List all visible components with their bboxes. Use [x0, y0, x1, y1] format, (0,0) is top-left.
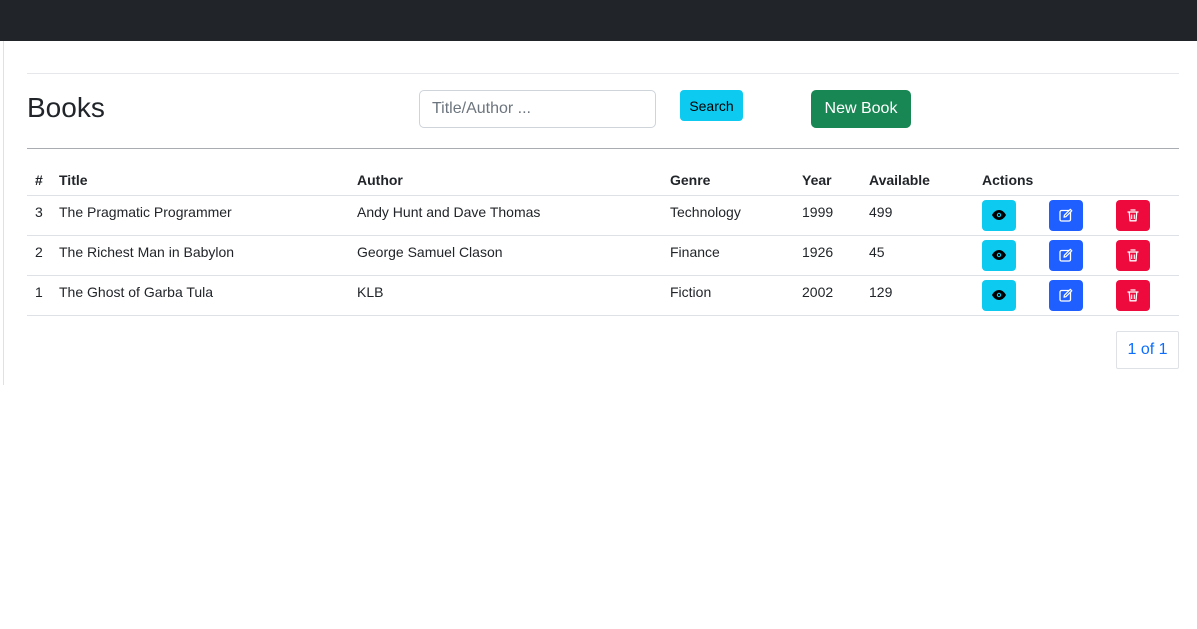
column-header-author: Author — [349, 165, 662, 196]
edit-button[interactable] — [1049, 279, 1083, 311]
eye-icon — [992, 290, 1006, 300]
table-row: 3 The Pragmatic Programmer Andy Hunt and… — [27, 195, 1179, 236]
cell-title: The Richest Man in Babylon — [51, 235, 349, 276]
cell-number: 1 — [27, 275, 51, 316]
cell-author: Andy Hunt and Dave Thomas — [349, 195, 662, 236]
delete-button[interactable] — [1116, 239, 1150, 271]
cell-number: 2 — [27, 235, 51, 276]
cell-author: George Samuel Clason — [349, 235, 662, 276]
cell-available: 129 — [861, 275, 974, 316]
column-header-genre: Genre — [662, 165, 794, 196]
view-button[interactable] — [982, 279, 1016, 311]
table-header-row: # Title Author Genre Year Available Acti… — [27, 165, 1179, 196]
edit-button[interactable] — [1049, 239, 1083, 271]
column-header-actions: Actions — [974, 165, 1179, 196]
edit-button[interactable] — [1049, 199, 1083, 231]
cell-available: 45 — [861, 235, 974, 276]
delete-button[interactable] — [1116, 279, 1150, 311]
header-divider — [27, 148, 1179, 149]
cell-title: The Ghost of Garba Tula — [51, 275, 349, 316]
page-title: Books — [27, 92, 105, 123]
column-header-year: Year — [794, 165, 861, 196]
cell-year: 1926 — [794, 235, 861, 276]
trash-icon — [1127, 248, 1139, 261]
trash-icon — [1127, 288, 1139, 301]
cell-genre: Technology — [662, 195, 794, 236]
delete-button[interactable] — [1116, 199, 1150, 231]
top-navbar — [0, 0, 1197, 41]
cell-number: 3 — [27, 195, 51, 236]
edit-icon — [1059, 248, 1073, 262]
cell-genre: Finance — [662, 235, 794, 276]
view-button[interactable] — [982, 239, 1016, 271]
cell-available: 499 — [861, 195, 974, 236]
cell-title: The Pragmatic Programmer — [51, 195, 349, 236]
pagination-indicator[interactable]: 1 of 1 — [1116, 331, 1179, 369]
edit-icon — [1059, 208, 1073, 222]
eye-icon — [992, 250, 1006, 260]
search-button[interactable]: Search — [680, 90, 743, 121]
cell-year: 1999 — [794, 195, 861, 236]
column-header-title: Title — [51, 165, 349, 196]
column-header-available: Available — [861, 165, 974, 196]
top-divider — [27, 73, 1179, 74]
table-row: 1 The Ghost of Garba Tula KLB Fiction 20… — [27, 275, 1179, 316]
cell-author: KLB — [349, 275, 662, 316]
trash-icon — [1127, 208, 1139, 221]
cell-genre: Fiction — [662, 275, 794, 316]
view-button[interactable] — [982, 199, 1016, 231]
column-header-number: # — [27, 165, 51, 196]
search-input[interactable] — [419, 90, 656, 128]
edit-icon — [1059, 288, 1073, 302]
books-table: # Title Author Genre Year Available Acti… — [27, 165, 1179, 316]
cell-year: 2002 — [794, 275, 861, 316]
eye-icon — [992, 210, 1006, 220]
new-book-button[interactable]: New Book — [811, 90, 911, 128]
sidebar-edge — [0, 41, 4, 385]
table-row: 2 The Richest Man in Babylon George Samu… — [27, 235, 1179, 276]
